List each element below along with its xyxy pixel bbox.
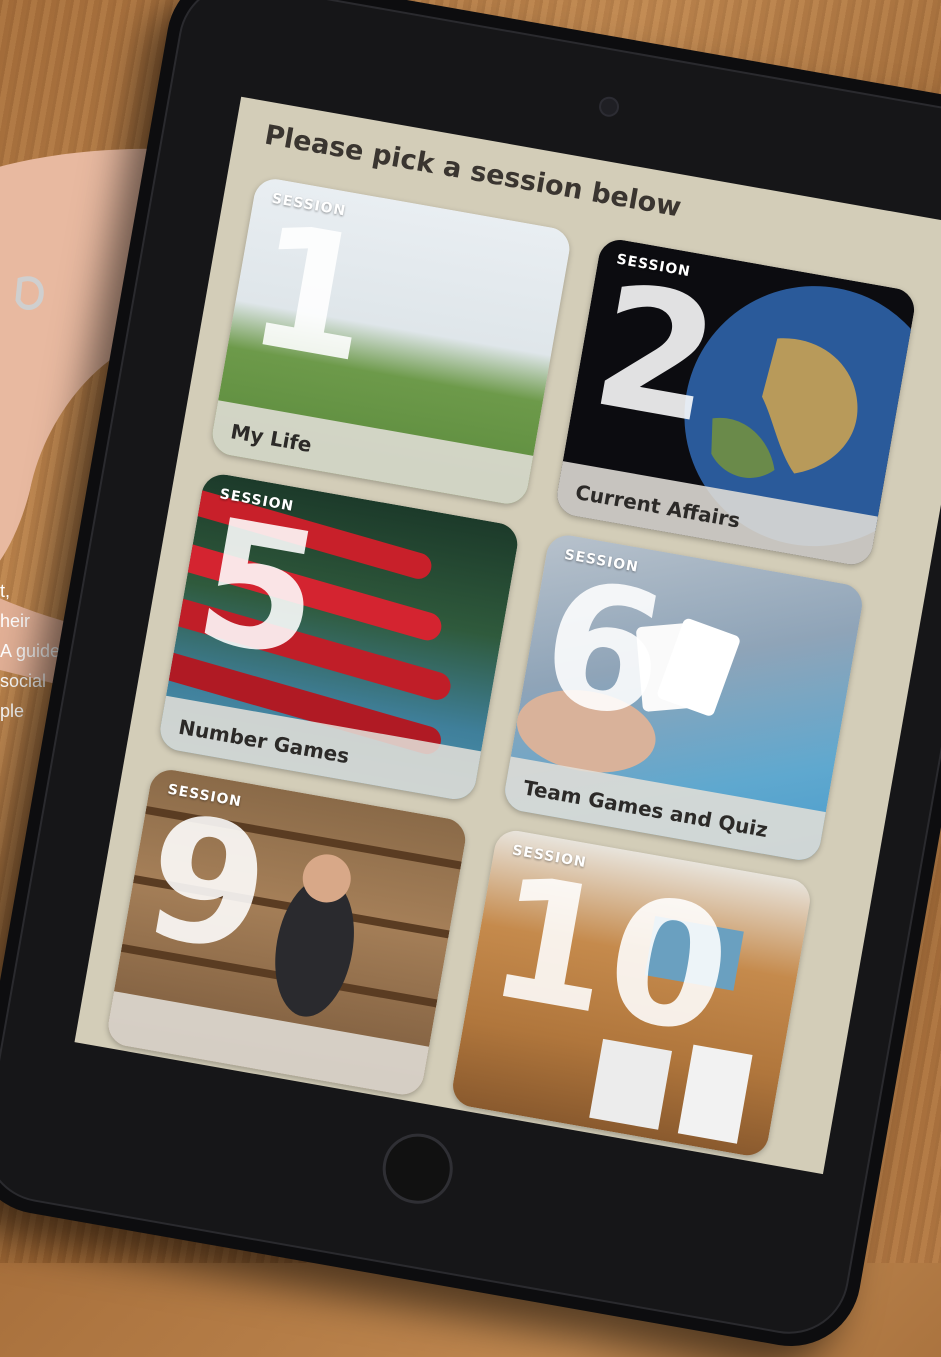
side-caption-line: heir — [0, 611, 31, 631]
tablet-device: Please pick a session below SESSION 1 My… — [0, 0, 941, 1357]
side-caption-line: t, — [0, 581, 11, 601]
tablet-screen: Please pick a session below SESSION 1 My… — [74, 96, 941, 1175]
session-number: 10 — [476, 837, 744, 1074]
session-card-10[interactable]: SESSION 10 — [449, 827, 814, 1159]
session-card-5[interactable]: SESSION 5 Number Games — [156, 471, 521, 803]
session-card-2[interactable]: SESSION 2 Current Affairs — [553, 236, 918, 568]
session-card-1[interactable]: SESSION 1 My Life — [209, 175, 573, 508]
session-card-9[interactable]: SESSION 9 — [104, 766, 469, 1098]
tablet-frame: Please pick a session below SESSION 1 My… — [0, 0, 941, 1344]
camera-icon — [597, 95, 621, 119]
session-card-6[interactable]: SESSION 6 Team Games and Quiz — [501, 531, 866, 864]
home-button[interactable] — [377, 1128, 459, 1210]
